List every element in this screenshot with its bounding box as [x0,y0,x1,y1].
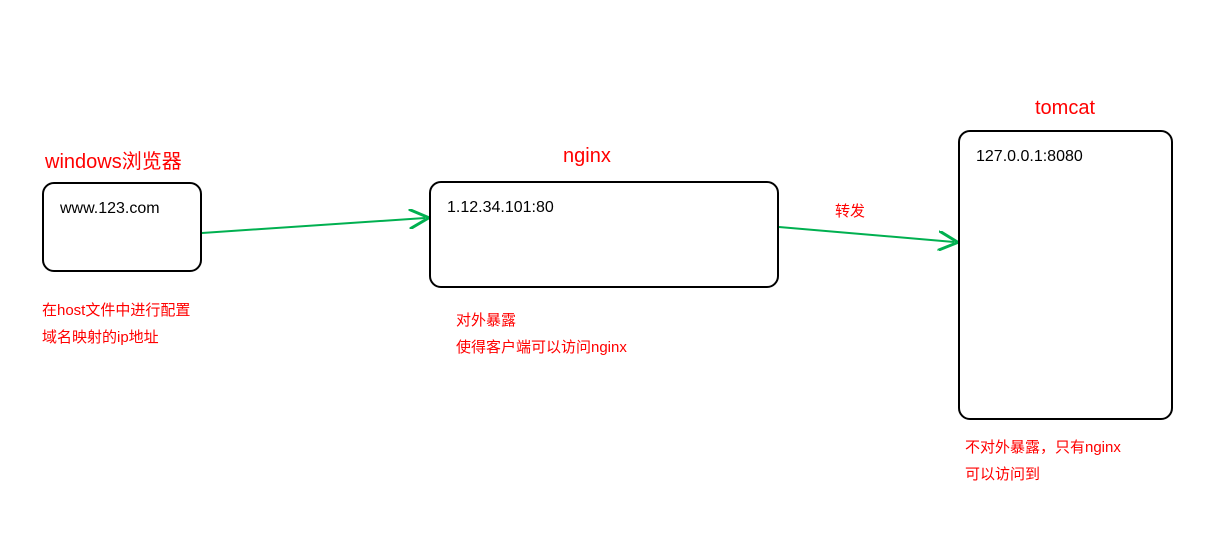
browser-content: www.123.com [60,200,160,217]
nginx-content: 1.12.34.101:80 [447,199,554,216]
nginx-annotation-line1: 对外暴露 [456,312,516,329]
tomcat-title: tomcat [1035,97,1095,120]
nginx-box: 1.12.34.101:80 [429,181,779,288]
tomcat-annotation-line2: 可以访问到 [965,466,1040,483]
browser-annotation: 在host文件中进行配置 域名映射的ip地址 [42,297,190,351]
nginx-annotation: 对外暴露 使得客户端可以访问nginx [456,307,627,361]
tomcat-annotation-line1: 不对外暴露，只有nginx [965,439,1121,456]
nginx-title: nginx [563,145,611,168]
tomcat-annotation: 不对外暴露，只有nginx 可以访问到 [965,434,1121,488]
arrow-browser-to-nginx [202,218,425,233]
tomcat-box: 127.0.0.1:8080 [958,130,1173,420]
forward-label: 转发 [835,200,865,221]
nginx-annotation-line2: 使得客户端可以访问nginx [456,339,627,356]
browser-box: www.123.com [42,182,202,272]
browser-annotation-line1: 在host文件中进行配置 [42,302,190,319]
browser-title: windows浏览器 [45,145,182,174]
browser-annotation-line2: 域名映射的ip地址 [42,329,159,346]
arrow-nginx-to-tomcat [779,227,954,242]
tomcat-content: 127.0.0.1:8080 [976,148,1083,165]
